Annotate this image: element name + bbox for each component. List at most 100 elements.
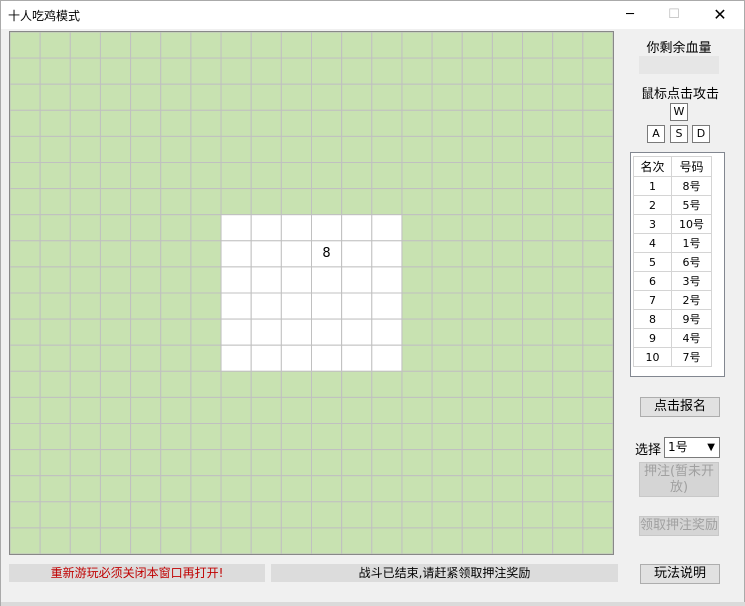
poison-zone-cell[interactable]	[250, 188, 282, 216]
poison-zone-cell[interactable]	[401, 292, 433, 320]
poison-zone-cell[interactable]	[130, 527, 162, 554]
poison-zone-cell[interactable]	[69, 344, 101, 372]
poison-zone-cell[interactable]	[190, 423, 222, 451]
poison-zone-cell[interactable]	[401, 57, 433, 85]
poison-zone-cell[interactable]	[160, 344, 192, 372]
poison-zone-cell[interactable]	[250, 449, 282, 477]
poison-zone-cell[interactable]	[39, 475, 71, 503]
poison-zone-cell[interactable]	[461, 344, 493, 372]
poison-zone-cell[interactable]	[99, 475, 132, 503]
poison-zone-cell[interactable]	[431, 527, 463, 554]
poison-zone-cell[interactable]	[371, 188, 403, 216]
poison-zone-cell[interactable]	[99, 109, 132, 137]
poison-zone-cell[interactable]	[99, 266, 132, 294]
poison-zone-cell[interactable]	[552, 266, 584, 294]
poison-zone-cell[interactable]	[311, 501, 343, 529]
poison-zone-cell[interactable]	[371, 396, 403, 424]
safe-zone-cell[interactable]	[371, 214, 403, 242]
poison-zone-cell[interactable]	[371, 475, 403, 503]
poison-zone-cell[interactable]	[250, 135, 282, 164]
poison-zone-cell[interactable]	[582, 396, 613, 424]
poison-zone-cell[interactable]	[431, 449, 463, 477]
poison-zone-cell[interactable]	[99, 396, 132, 424]
poison-zone-cell[interactable]	[220, 83, 252, 111]
poison-zone-cell[interactable]	[311, 475, 343, 503]
poison-zone-cell[interactable]	[190, 318, 222, 346]
poison-zone-cell[interactable]	[552, 396, 584, 424]
poison-zone-cell[interactable]	[522, 449, 554, 477]
poison-zone-cell[interactable]	[160, 32, 192, 59]
poison-zone-cell[interactable]	[10, 370, 41, 398]
poison-zone-cell[interactable]	[552, 32, 584, 59]
safe-zone-cell[interactable]	[220, 318, 252, 346]
poison-zone-cell[interactable]	[280, 32, 313, 59]
poison-zone-cell[interactable]	[190, 266, 222, 294]
poison-zone-cell[interactable]	[582, 501, 613, 529]
poison-zone-cell[interactable]	[401, 32, 433, 59]
poison-zone-cell[interactable]	[461, 423, 493, 451]
poison-zone-cell[interactable]	[341, 109, 373, 137]
poison-zone-cell[interactable]	[311, 83, 343, 111]
poison-zone-cell[interactable]	[491, 188, 524, 216]
safe-zone-cell[interactable]	[220, 266, 252, 294]
poison-zone-cell[interactable]	[461, 449, 493, 477]
poison-zone-cell[interactable]	[99, 32, 132, 59]
poison-zone-cell[interactable]	[491, 423, 524, 451]
rank-row[interactable]: 8 9号	[633, 309, 712, 329]
poison-zone-cell[interactable]	[99, 370, 132, 398]
poison-zone-cell[interactable]	[431, 188, 463, 216]
poison-zone-cell[interactable]	[160, 475, 192, 503]
poison-zone-cell[interactable]	[582, 292, 613, 320]
poison-zone-cell[interactable]	[69, 318, 101, 346]
poison-zone-cell[interactable]	[431, 344, 463, 372]
poison-zone-cell[interactable]	[522, 57, 554, 85]
poison-zone-cell[interactable]	[10, 266, 41, 294]
poison-zone-cell[interactable]	[69, 83, 101, 111]
poison-zone-cell[interactable]	[311, 109, 343, 137]
safe-zone-cell[interactable]	[371, 344, 403, 372]
poison-zone-cell[interactable]	[341, 423, 373, 451]
poison-zone-cell[interactable]	[10, 292, 41, 320]
poison-zone-cell[interactable]	[582, 83, 613, 111]
poison-zone-cell[interactable]	[99, 423, 132, 451]
poison-zone-cell[interactable]	[39, 292, 71, 320]
poison-zone-cell[interactable]	[341, 501, 373, 529]
poison-zone-cell[interactable]	[69, 396, 101, 424]
poison-zone-cell[interactable]	[311, 188, 343, 216]
poison-zone-cell[interactable]	[39, 162, 71, 190]
poison-zone-cell[interactable]	[522, 109, 554, 137]
poison-zone-cell[interactable]	[582, 188, 613, 216]
poison-zone-cell[interactable]	[552, 423, 584, 451]
poison-zone-cell[interactable]	[431, 135, 463, 164]
poison-zone-cell[interactable]	[461, 318, 493, 346]
rules-button[interactable]: 玩法说明	[640, 564, 720, 584]
poison-zone-cell[interactable]	[552, 527, 584, 554]
poison-zone-cell[interactable]	[341, 396, 373, 424]
poison-zone-cell[interactable]	[280, 475, 313, 503]
poison-zone-cell[interactable]	[190, 344, 222, 372]
poison-zone-cell[interactable]	[491, 57, 524, 85]
board-grid[interactable]	[10, 32, 613, 554]
poison-zone-cell[interactable]	[522, 370, 554, 398]
poison-zone-cell[interactable]	[311, 135, 343, 164]
poison-zone-cell[interactable]	[431, 396, 463, 424]
poison-zone-cell[interactable]	[220, 370, 252, 398]
poison-zone-cell[interactable]	[280, 83, 313, 111]
poison-zone-cell[interactable]	[280, 109, 313, 137]
poison-zone-cell[interactable]	[341, 162, 373, 190]
poison-zone-cell[interactable]	[250, 423, 282, 451]
poison-zone-cell[interactable]	[582, 162, 613, 190]
poison-zone-cell[interactable]	[311, 396, 343, 424]
poison-zone-cell[interactable]	[491, 135, 524, 164]
poison-zone-cell[interactable]	[431, 162, 463, 190]
poison-zone-cell[interactable]	[491, 370, 524, 398]
poison-zone-cell[interactable]	[130, 188, 162, 216]
poison-zone-cell[interactable]	[130, 292, 162, 320]
poison-zone-cell[interactable]	[250, 527, 282, 554]
poison-zone-cell[interactable]	[522, 527, 554, 554]
key-w-button[interactable]: W	[670, 103, 688, 121]
poison-zone-cell[interactable]	[461, 214, 493, 242]
safe-zone-cell[interactable]	[250, 318, 282, 346]
poison-zone-cell[interactable]	[401, 83, 433, 111]
poison-zone-cell[interactable]	[371, 527, 403, 554]
